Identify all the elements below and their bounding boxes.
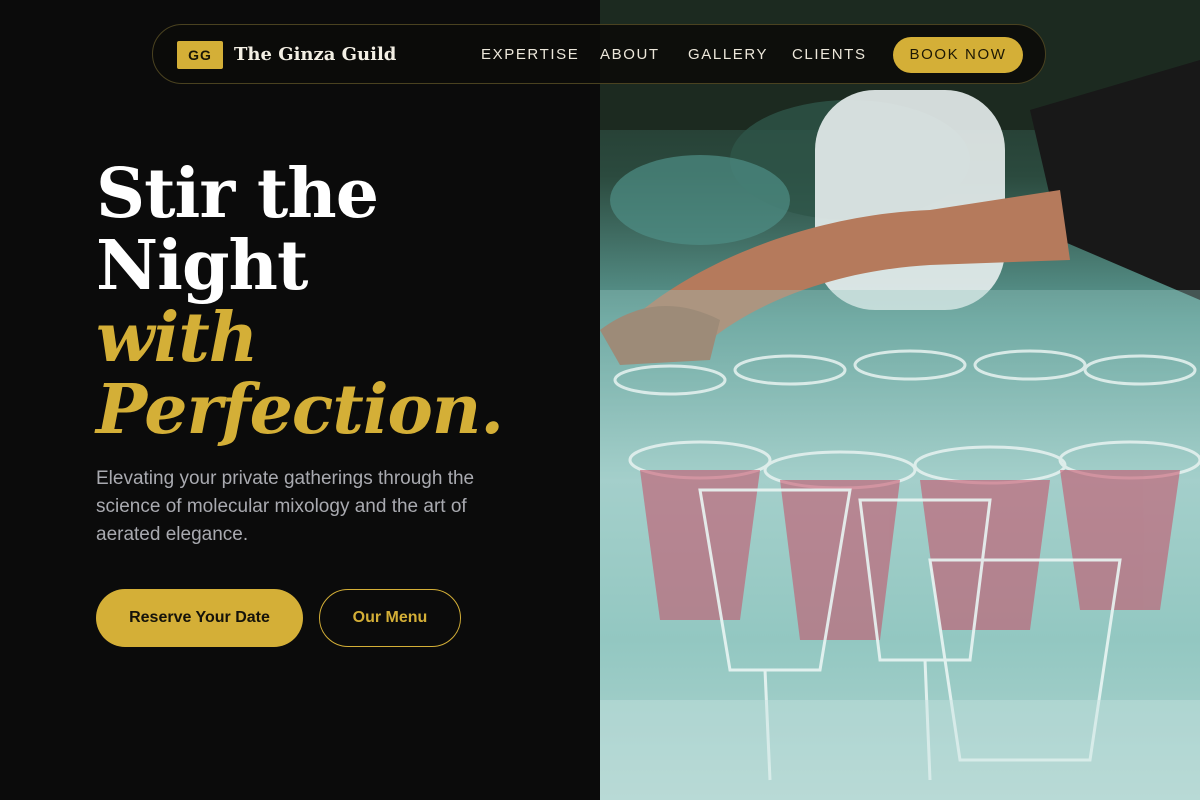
hero-left-panel: Stir the Night with Perfection. Elevatin… [0, 0, 600, 800]
hero-subtext: Elevating your private gatherings throug… [96, 468, 475, 545]
top-navigation-bar: GG The Ginza Guild EXPERTISE ABOUT GALLE… [152, 24, 1046, 84]
nav-link-expertise[interactable]: EXPERTISE [481, 45, 579, 65]
nav-link-clients[interactable]: CLIENTS [792, 45, 867, 65]
hero-headline-line-1: Stir the [96, 154, 379, 234]
nav-link-gallery[interactable]: GALLERY [688, 45, 768, 65]
book-now-button[interactable]: BOOK NOW [893, 37, 1023, 73]
reserve-date-button[interactable]: Reserve Your Date [96, 589, 303, 647]
our-menu-button[interactable]: Our Menu [319, 589, 461, 647]
logo-badge[interactable]: GG [177, 41, 223, 69]
hero-headline-line-4: Perfection. [96, 370, 504, 450]
hero-headline-line-2: Night [96, 226, 308, 306]
cocktail-glasses-photo-icon [600, 0, 1200, 800]
hero-photo [600, 0, 1200, 800]
brand-name[interactable]: The Ginza Guild [234, 41, 396, 69]
hero-headline-line-3: with [96, 298, 258, 378]
nav-link-about[interactable]: ABOUT [600, 45, 660, 65]
